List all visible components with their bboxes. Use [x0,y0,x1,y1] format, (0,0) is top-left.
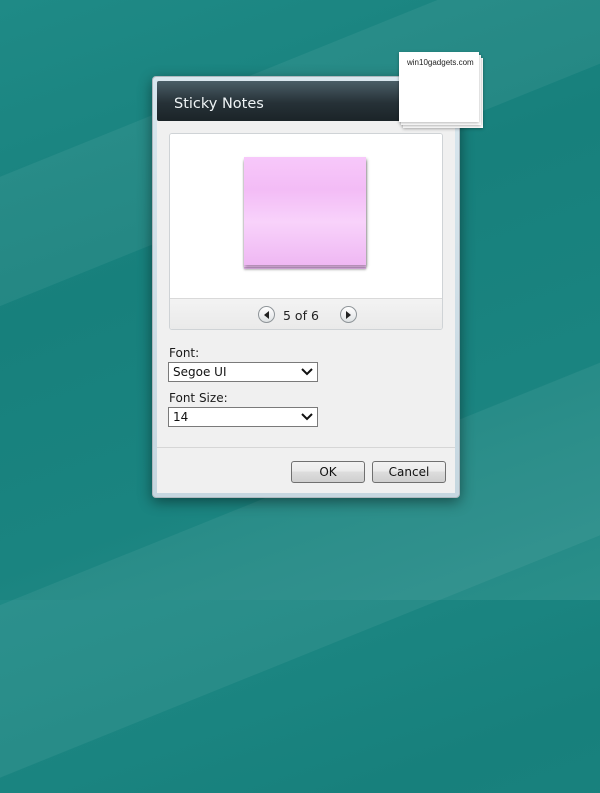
font-label: Font: [169,346,200,360]
font-select[interactable]: Segoe UI [168,362,318,382]
font-select-value: Segoe UI [173,365,227,379]
note-preview-area [170,134,442,298]
font-size-select-value: 14 [173,410,189,424]
arrow-left-icon [264,310,269,319]
sticky-note-preview [244,157,368,269]
cancel-button[interactable]: Cancel [372,461,446,483]
dialog-title: Sticky Notes [174,96,264,112]
note-sheet [244,157,366,265]
chevron-down-icon [301,368,313,376]
dialog-content: 5 of 6 Font: Segoe UI Font Size: 14 OK C… [157,121,455,493]
arrow-right-icon [346,310,351,319]
note-preview-panel: 5 of 6 [169,133,443,330]
chevron-down-icon [301,413,313,421]
watermark-badge: win10gadgets.com [399,52,483,128]
font-size-label: Font Size: [169,391,228,405]
watermark-text: win10gadgets.com [407,58,474,67]
font-size-select[interactable]: 14 [168,407,318,427]
pager-text: 5 of 6 [283,308,319,323]
footer-divider [157,447,455,448]
next-button[interactable] [340,306,357,323]
sticky-notes-dialog: Sticky Notes 5 of 6 Font: Segoe UI Font … [152,76,460,498]
pager: 5 of 6 [170,298,442,329]
previous-button[interactable] [258,306,275,323]
ok-button[interactable]: OK [291,461,365,483]
badge-sheet: win10gadgets.com [399,52,479,122]
